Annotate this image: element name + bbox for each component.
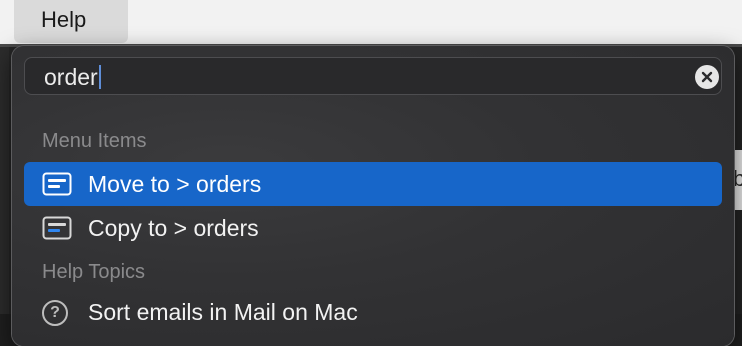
search-input-value: order — [44, 64, 98, 90]
help-topic-label: Sort emails in Mail on Mac — [88, 299, 358, 325]
close-icon — [701, 71, 713, 83]
background-partial-text: b — [733, 166, 742, 191]
menu-item-copy-to-orders[interactable]: Copy to > orders — [24, 206, 722, 250]
menu-item-icon — [42, 172, 72, 196]
menu-bar: Help — [0, 0, 742, 44]
menu-item-move-to-orders[interactable]: Move to > orders — [24, 162, 722, 206]
text-caret — [98, 65, 101, 89]
help-topic-sort-emails[interactable]: ? Sort emails in Mail on Mac — [24, 288, 722, 332]
menu-item-icon — [42, 216, 72, 240]
help-search-popup: order Menu Items Move to > orders Copy t… — [12, 46, 734, 346]
menu-help[interactable]: Help — [14, 0, 128, 43]
background-sidebar-edge — [0, 47, 9, 314]
menu-help-label: Help — [41, 7, 87, 32]
menu-item-label: Copy to > orders — [88, 215, 259, 241]
menu-items-header: Menu Items — [42, 130, 147, 152]
menu-item-label: Move to > orders — [88, 171, 262, 197]
clear-search-button[interactable] — [695, 65, 719, 89]
help-topics-header: Help Topics — [42, 261, 146, 283]
help-topic-icon: ? — [42, 300, 68, 326]
help-search-input[interactable]: order — [24, 57, 722, 95]
